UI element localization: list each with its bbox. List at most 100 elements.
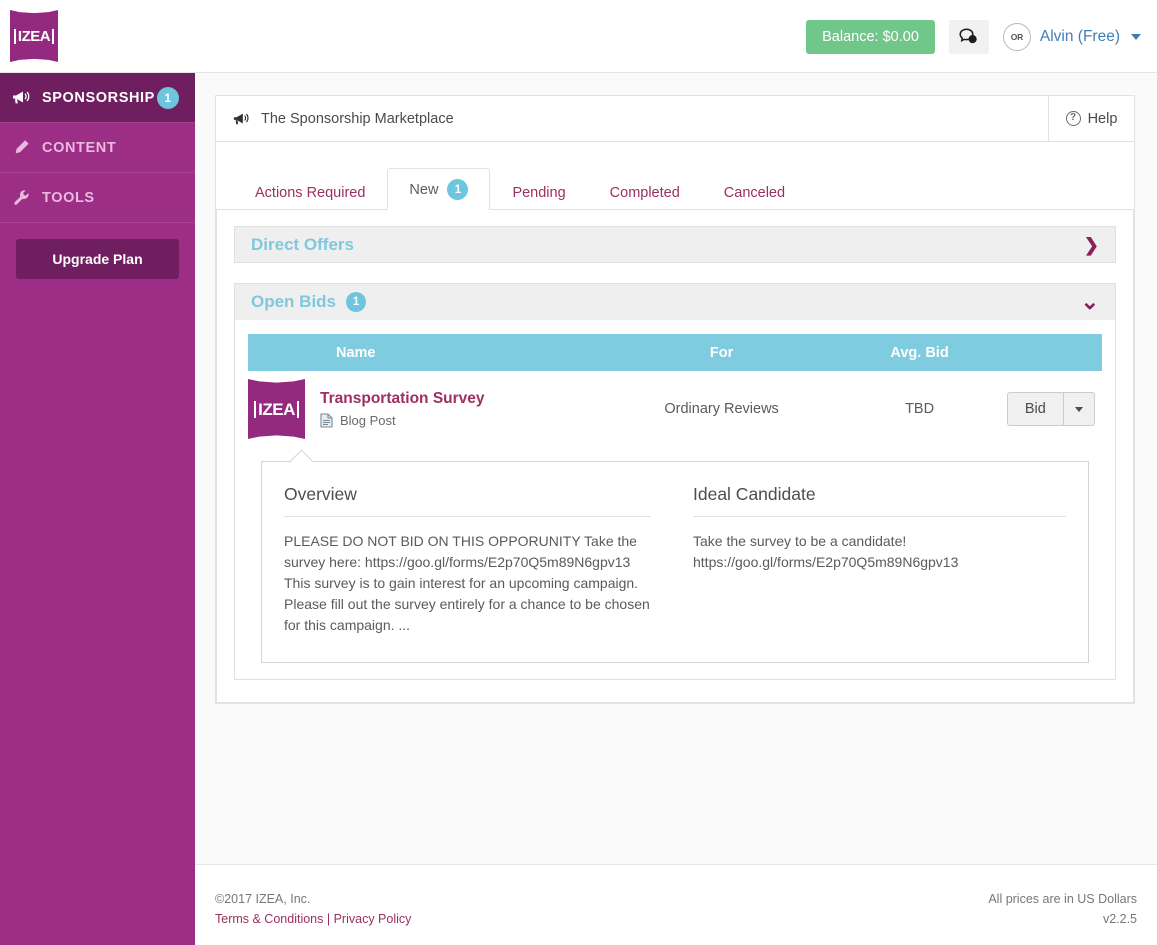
tab-label: Completed <box>609 185 680 201</box>
currency-note: All prices are in US Dollars <box>988 892 1137 906</box>
footer-left: ©2017 IZEA, Inc. Terms & Conditions | Pr… <box>215 889 411 929</box>
terms-link[interactable]: Terms & Conditions <box>215 912 323 926</box>
open-bids-title: Open Bids <box>251 292 337 311</box>
ideal-candidate-text: Take the survey to be a candidate! https… <box>693 533 959 570</box>
megaphone-icon <box>233 113 249 124</box>
accordion-title-group: Open Bids 1 <box>251 292 367 312</box>
copyright-text: ©2017 IZEA, Inc. <box>215 892 311 906</box>
table-row[interactable]: IZEA Transportation Survey Blog Post Ord… <box>248 371 1102 447</box>
tab-pending[interactable]: Pending <box>490 174 587 210</box>
chevron-down-icon <box>1131 33 1141 40</box>
tab-completed[interactable]: Completed <box>588 174 702 210</box>
cell-for: Ordinary Reviews <box>664 401 779 417</box>
cell-name: IZEA Transportation Survey Blog Post <box>248 371 604 447</box>
column-header-for: For <box>603 334 840 371</box>
marketplace-card: The Sponsorship Marketplace ? Help Actio… <box>215 95 1135 704</box>
ideal-candidate-column: Ideal Candidate Take the survey to be a … <box>675 484 1066 636</box>
tab-label: Canceled <box>723 185 786 201</box>
offer-title-link[interactable]: Transportation Survey <box>320 390 485 408</box>
question-circle-icon: ? <box>1065 111 1081 126</box>
sidebar-item-tools[interactable]: TOOLS <box>0 173 195 223</box>
overview-text: PLEASE DO NOT BID ON THIS OPPORUNITY Tak… <box>284 533 650 633</box>
column-header-name: Name <box>248 334 604 371</box>
open-bids-panel: Name For Avg. Bid IZEA Transportation Su… <box>234 320 1116 680</box>
caret-down-icon <box>1074 406 1083 412</box>
tab-new[interactable]: New 1 <box>387 168 491 210</box>
top-bar: IZEA Balance: $0.00 OR Alvin (Free) <box>0 0 1157 73</box>
izea-logo-thumbnail: IZEA <box>248 379 305 439</box>
tab-label: Actions Required <box>255 185 366 201</box>
cell-avg-bid: TBD <box>905 401 935 417</box>
direct-offers-title: Direct Offers <box>251 234 354 254</box>
sidebar-item-label: SPONSORSHIP <box>42 89 155 106</box>
tab-label: New <box>409 181 439 198</box>
marketplace-title: The Sponsorship Marketplace <box>261 110 454 127</box>
chat-bubble-icon <box>959 28 978 44</box>
sidebar-item-label: CONTENT <box>42 139 117 156</box>
upgrade-plan-container: Upgrade Plan <box>0 223 195 295</box>
avatar: OR <box>1002 22 1031 51</box>
user-menu[interactable]: OR Alvin (Free) <box>1002 22 1141 51</box>
izea-logo-mark: IZEA <box>10 10 58 62</box>
tab-actions-required[interactable]: Actions Required <box>233 174 387 210</box>
balance-button[interactable]: Balance: $0.00 <box>806 19 935 54</box>
accordion-direct-offers[interactable]: Direct Offers ❯ <box>234 226 1116 263</box>
tab-canceled[interactable]: Canceled <box>702 174 807 210</box>
thumbnail-logo-text: IZEA <box>254 400 299 418</box>
top-bar-right-group: Balance: $0.00 OR Alvin (Free) <box>806 0 1141 73</box>
sidebar-badge-sponsorship: 1 <box>157 86 179 109</box>
pencil-icon <box>9 139 33 156</box>
open-bids-table: Name For Avg. Bid IZEA Transportation Su… <box>248 334 1102 447</box>
offer-text-group: Transportation Survey Blog Post <box>320 390 485 428</box>
version-label: v2.2.5 <box>1102 912 1137 926</box>
accordion-title-group: Direct Offers <box>251 235 354 255</box>
open-bids-badge: 1 <box>346 292 367 312</box>
footer-inner: ©2017 IZEA, Inc. Terms & Conditions | Pr… <box>215 889 1137 929</box>
offer-detail-panel: Overview PLEASE DO NOT BID ON THIS OPPOR… <box>261 461 1089 663</box>
table-body: IZEA Transportation Survey Blog Post Ord… <box>248 371 1102 447</box>
marketplace-header-bar: The Sponsorship Marketplace ? Help <box>216 96 1134 142</box>
main-content: The Sponsorship Marketplace ? Help Actio… <box>195 73 1157 864</box>
marketplace-title-group: The Sponsorship Marketplace <box>216 96 1048 141</box>
help-button[interactable]: ? Help <box>1048 96 1134 141</box>
footer-link-separator: | <box>326 912 331 926</box>
overview-heading: Overview <box>284 484 651 517</box>
table-header-row: Name For Avg. Bid <box>248 334 1102 371</box>
tab-badge-new: 1 <box>447 179 469 200</box>
offer-type-label: Blog Post <box>340 413 396 428</box>
privacy-link[interactable]: Privacy Policy <box>334 912 412 926</box>
bid-button[interactable]: Bid <box>1006 392 1064 426</box>
document-icon <box>320 413 333 428</box>
megaphone-icon <box>9 90 33 105</box>
help-label: Help <box>1087 110 1118 127</box>
chevron-down-icon: ⌄ <box>1080 289 1099 314</box>
bid-dropdown-button[interactable] <box>1063 392 1095 426</box>
footer: ©2017 IZEA, Inc. Terms & Conditions | Pr… <box>195 864 1157 945</box>
sidebar-item-label: TOOLS <box>42 189 95 206</box>
footer-links: Terms & Conditions | Privacy Policy <box>215 909 411 929</box>
sidebar-item-sponsorship[interactable]: SPONSORSHIP 1 <box>0 73 195 123</box>
ideal-candidate-heading: Ideal Candidate <box>693 484 1066 517</box>
offer-name-group: IZEA Transportation Survey Blog Post <box>248 379 604 439</box>
column-header-avg-bid: Avg. Bid <box>839 334 1000 371</box>
izea-logo-text: IZEA <box>13 28 55 44</box>
column-header-actions <box>999 334 1102 371</box>
user-name-label: Alvin (Free) <box>1039 27 1120 45</box>
accordion-open-bids[interactable]: Open Bids 1 ⌄ <box>234 283 1116 320</box>
offer-type-group: Blog Post <box>320 413 485 428</box>
bid-button-group: Bid <box>1006 392 1095 426</box>
chevron-right-icon: ❯ <box>1083 234 1099 255</box>
sidebar: SPONSORSHIP 1 CONTENT TOOLS Upgrade Plan <box>0 73 195 945</box>
tab-bar: Actions Required New 1 Pending Completed… <box>216 168 1134 210</box>
footer-right: All prices are in US Dollars v2.2.5 <box>988 889 1137 929</box>
messages-button[interactable] <box>948 19 989 54</box>
tab-panel-new: Direct Offers ❯ Open Bids 1 ⌄ Name For A… <box>216 210 1134 703</box>
table-head: Name For Avg. Bid <box>248 334 1102 371</box>
cell-actions: Bid <box>1000 371 1102 447</box>
tab-label: Pending <box>512 185 566 201</box>
sidebar-item-content[interactable]: CONTENT <box>0 123 195 173</box>
overview-column: Overview PLEASE DO NOT BID ON THIS OPPOR… <box>284 484 675 636</box>
izea-logo[interactable]: IZEA <box>10 10 58 62</box>
wrench-icon <box>9 189 33 206</box>
upgrade-plan-button[interactable]: Upgrade Plan <box>16 239 179 279</box>
